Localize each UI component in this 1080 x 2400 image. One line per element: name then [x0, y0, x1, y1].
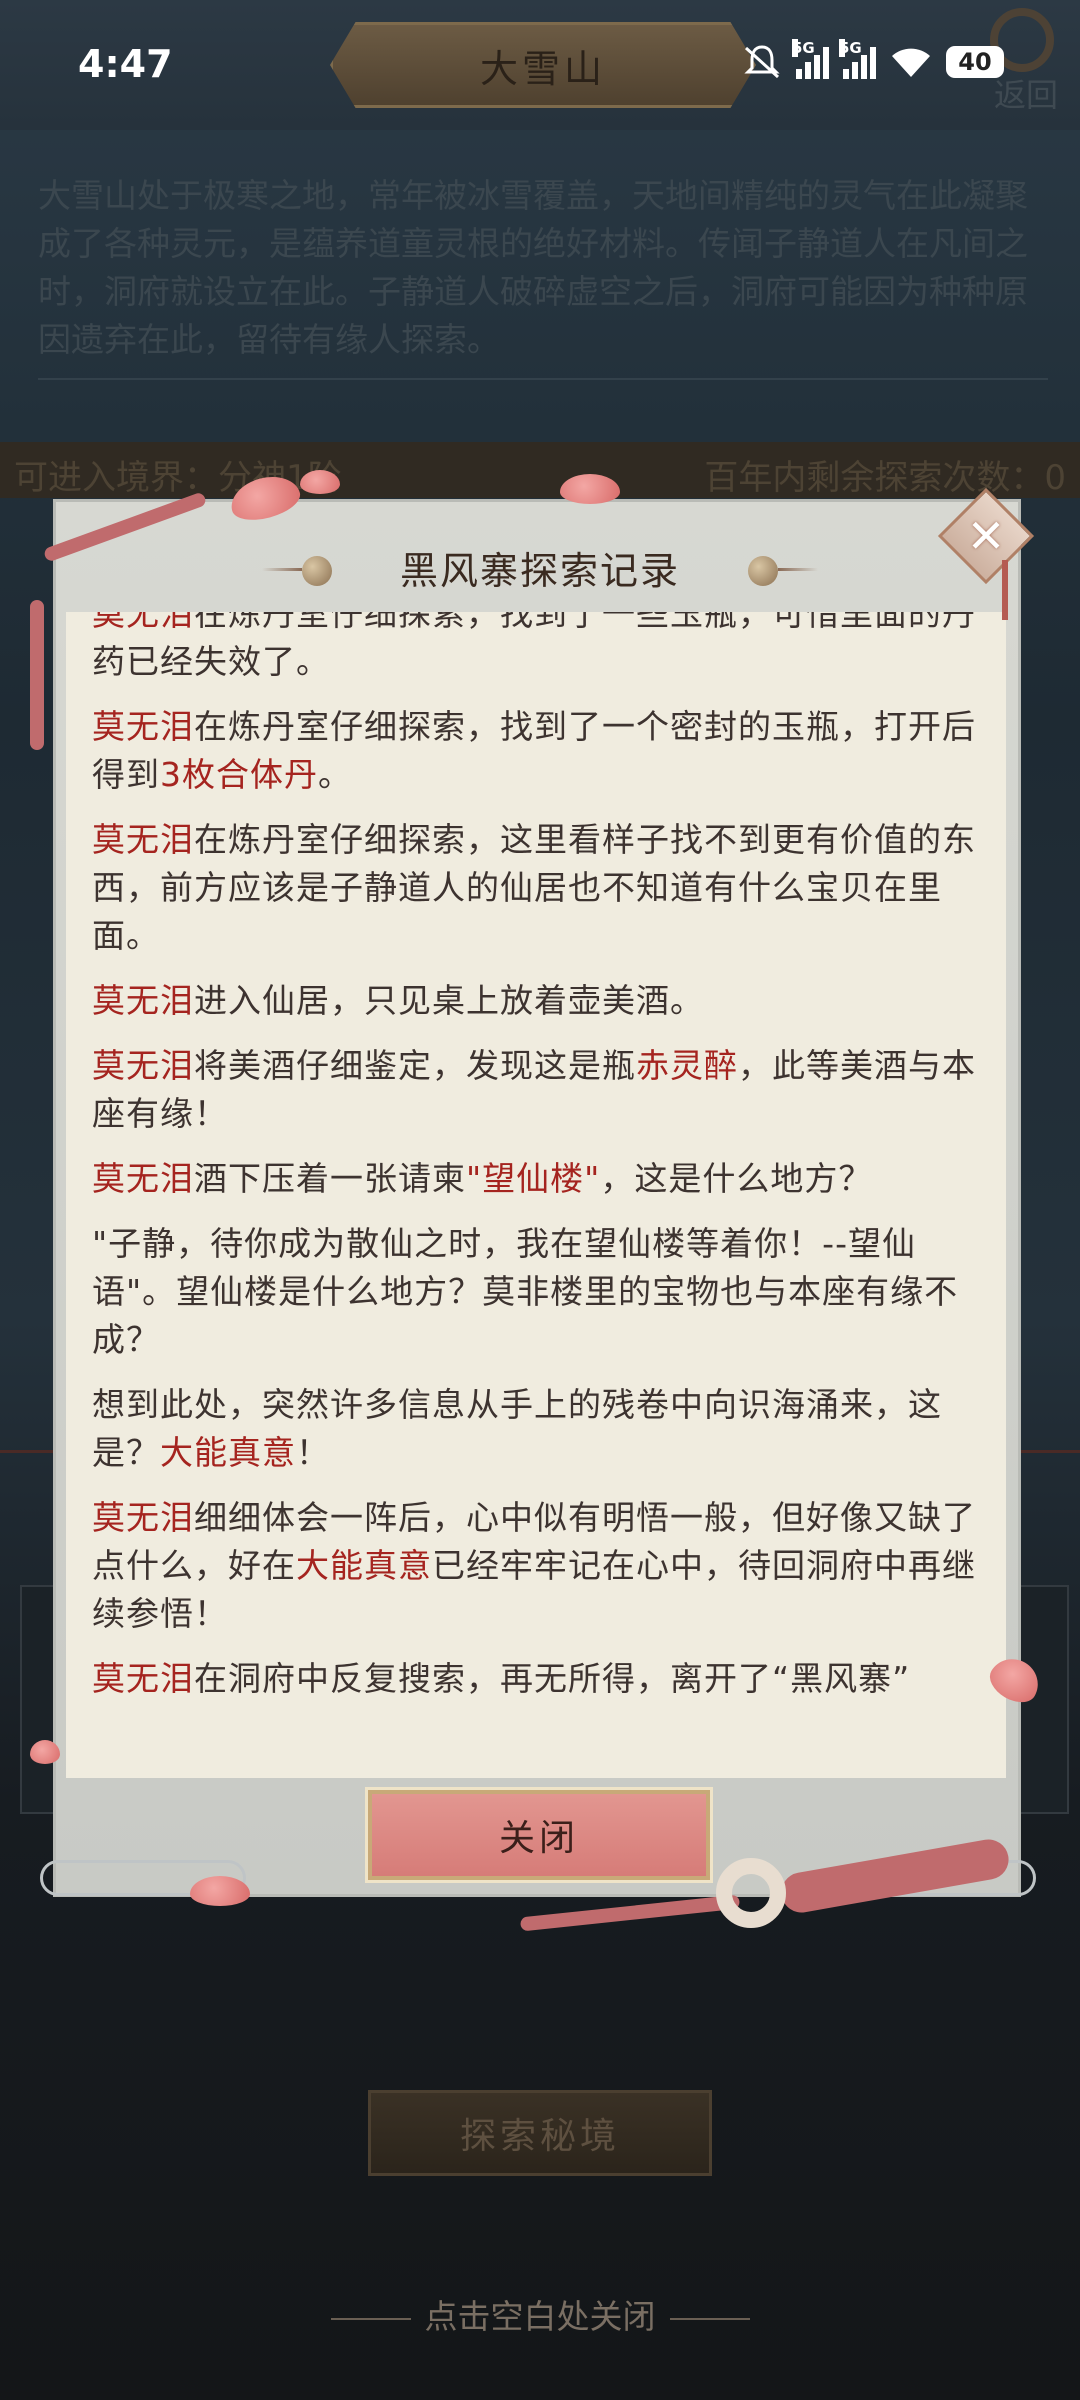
status-icons: 5G 5G 40 [742, 39, 1004, 80]
petal-decoration [30, 1740, 60, 1764]
highlighted-text: 大能真意 [160, 1433, 296, 1472]
log-list: 莫无泪在炼丹室仔细探索，找到了一些玉瓶，可惜里面的丹药已经失效了。 莫无泪在炼丹室… [92, 612, 982, 1720]
petal-decoration [560, 474, 620, 504]
highlighted-text: 赤灵醉 [636, 1046, 738, 1085]
highlighted-text: 莫无泪 [92, 981, 194, 1020]
petal-decoration [190, 1876, 250, 1906]
log-text: "子静，待你成为散仙之时，我在望仙楼等着你！--望仙语"。望仙楼是什么地方？莫非… [92, 1224, 959, 1359]
log-entry: 莫无泪在炼丹室仔细探索，找到了一个密封的玉瓶，打开后得到3枚合体丹。 [92, 703, 982, 799]
remaining-count: 百年内剩余探索次数：0 [704, 450, 1066, 499]
log-text: 将美酒仔细鉴定，发现这是瓶 [194, 1046, 636, 1085]
signal-icon: 5G [792, 39, 829, 79]
divider [38, 378, 1048, 380]
log-text: 进入仙居，只见桌上放着壶美酒。 [194, 981, 704, 1020]
highlighted-text: 莫无泪 [92, 612, 194, 633]
dialog-title: 黑风寨探索记录 [399, 549, 680, 593]
log-entry: 莫无泪将美酒仔细鉴定，发现这是瓶赤灵醉，此等美酒与本座有缘！ [92, 1042, 982, 1138]
network-type: 5G [839, 39, 862, 57]
battery-icon: 40 [946, 46, 1004, 78]
page-title: 大雪山 [330, 22, 756, 108]
log-entry: 莫无泪进入仙居，只见桌上放着壶美酒。 [92, 977, 982, 1025]
log-text: 在炼丹室仔细探索，这里看样子找不到更有价值的东西，前方应该是子静道人的仙居也不知… [92, 820, 976, 955]
highlighted-text: 莫无泪 [92, 707, 194, 746]
highlighted-text: 大能真意 [296, 1546, 432, 1585]
mute-icon [744, 45, 780, 79]
log-entry: 莫无泪细细体会一阵后，心中似有明悟一般，但好像又缺了点什么，好在大能真意已经牢牢… [92, 1494, 982, 1638]
highlighted-text: 莫无泪 [92, 1498, 194, 1537]
log-text: ，这是什么地方？ [600, 1159, 873, 1198]
ribbon-decoration [519, 1894, 741, 1932]
remaining-value: 0 [1044, 458, 1066, 498]
dismiss-hint[interactable]: 点击空白处关闭 [0, 2290, 1080, 2338]
log-text: 酒下压着一张请柬 [194, 1159, 466, 1198]
log-entry: 莫无泪在洞府中反复搜索，再无所得，离开了“黑风寨” [92, 1655, 982, 1703]
page-description: 大雪山处于极寒之地，常年被冰雪覆盖，天地间精纯的灵气在此凝聚成了各种灵元，是蕴养… [38, 176, 1028, 359]
explore-button[interactable]: 探索秘境 [368, 2090, 712, 2176]
log-entry: 想到此处，突然许多信息从手上的残卷中向识海涌来，这是？大能真意！ [92, 1381, 982, 1477]
log-scroll-area[interactable]: 莫无泪在炼丹室仔细探索，找到了一些玉瓶，可惜里面的丹药已经失效了。 莫无泪在炼丹室… [66, 612, 1006, 1778]
close-button[interactable]: 关闭 [368, 1790, 710, 1880]
highlighted-text: 莫无泪 [92, 1659, 194, 1698]
dismiss-hint-text: 点击空白处关闭 [424, 2297, 656, 2336]
log-entry: "子静，待你成为散仙之时，我在望仙楼等着你！--望仙语"。望仙楼是什么地方？莫非… [92, 1220, 982, 1364]
realm-label: 可进入境界： [14, 458, 218, 498]
log-entry: 莫无泪在炼丹室仔细探索，这里看样子找不到更有价值的东西，前方应该是子静道人的仙居… [92, 816, 982, 960]
ribbon-decoration [30, 600, 44, 750]
ornament-icon [669, 2317, 750, 2320]
remaining-label: 百年内剩余探索次数： [704, 458, 1045, 498]
status-time: 4:47 [78, 42, 173, 86]
log-text: ！ [296, 1433, 330, 1472]
log-entry: 莫无泪在炼丹室仔细探索，找到了一些玉瓶，可惜里面的丹药已经失效了。 [92, 612, 982, 686]
highlighted-text: 莫无泪 [92, 1046, 194, 1085]
log-entry: 莫无泪酒下压着一张请柬"望仙楼"，这是什么地方？ [92, 1155, 982, 1203]
ornament-icon [330, 2317, 411, 2320]
tassel-decoration [1002, 560, 1008, 620]
highlighted-text: "望仙楼" [466, 1159, 601, 1198]
log-text: 。 [318, 755, 352, 794]
jade-ring-decoration [716, 1858, 786, 1928]
petal-decoration [300, 470, 340, 494]
network-type: 5G [792, 39, 815, 57]
close-icon: ✕ [966, 509, 1006, 563]
signal-icon: 5G [839, 39, 876, 79]
wifi-icon [892, 48, 930, 77]
highlighted-text: 莫无泪 [92, 1159, 194, 1198]
log-text: 在炼丹室仔细探索，找到了一些玉瓶，可惜里面的丹药已经失效了。 [92, 612, 976, 681]
log-text: 在洞府中反复搜索，再无所得，离开了“黑风寨” [194, 1659, 911, 1698]
highlighted-text: 莫无泪 [92, 820, 194, 859]
highlighted-text: 3枚合体丹 [160, 755, 318, 794]
